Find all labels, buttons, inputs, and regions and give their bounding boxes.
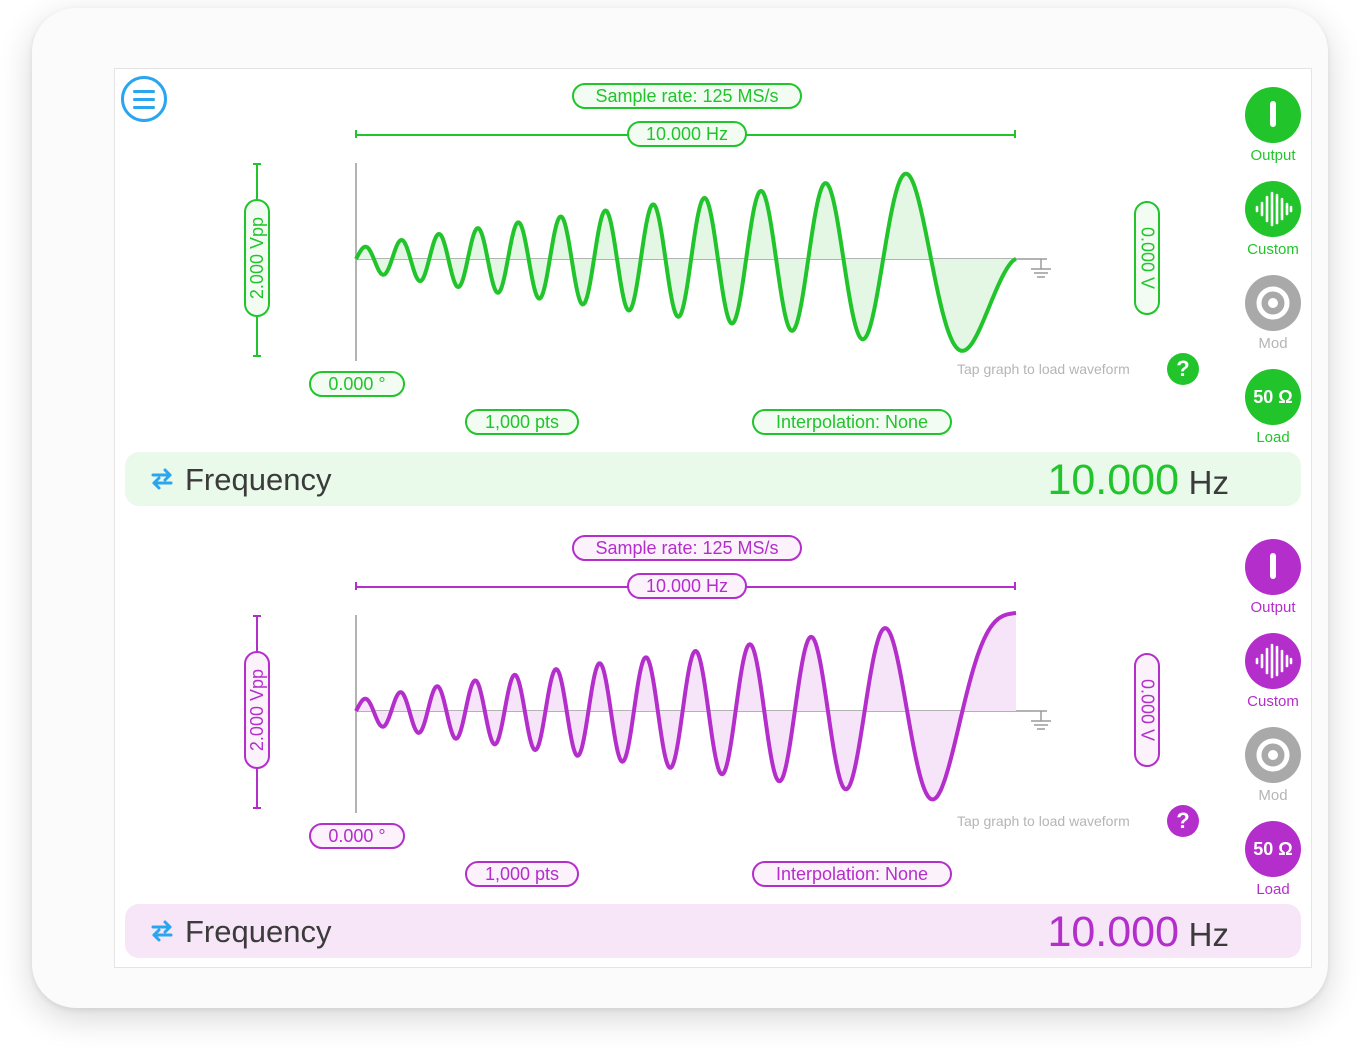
app-screen: Sample rate: 125 MS/s 10.000 Hz 2.000 Vp… bbox=[114, 68, 1312, 968]
output-button[interactable] bbox=[1245, 539, 1301, 595]
tablet-frame: Sample rate: 125 MS/s 10.000 Hz 2.000 Vp… bbox=[32, 8, 1328, 1008]
mod-label: Mod bbox=[1258, 787, 1288, 804]
power-icon bbox=[1270, 101, 1276, 127]
modulation-button[interactable] bbox=[1245, 727, 1301, 783]
target-icon bbox=[1256, 738, 1290, 772]
channel-2-panel: Sample rate: 125 MS/s 10.000 Hz 2.000 Vp… bbox=[115, 521, 1311, 973]
interpolation-pill[interactable]: Interpolation: None bbox=[752, 861, 952, 887]
offset-pill[interactable]: 0.000 V bbox=[1134, 653, 1160, 767]
load-button[interactable]: 50 Ω bbox=[1245, 821, 1301, 877]
period-frequency-pill[interactable]: 10.000 Hz bbox=[627, 121, 747, 147]
waveform-plot[interactable] bbox=[345, 149, 1065, 369]
swap-arrows-icon bbox=[151, 920, 173, 942]
output-label: Output bbox=[1250, 599, 1296, 616]
help-icon: ? bbox=[1176, 808, 1190, 833]
frequency-unit[interactable]: Hz bbox=[1189, 464, 1229, 502]
help-icon: ? bbox=[1176, 356, 1190, 381]
frequency-bar[interactable]: Frequency 10.000 Hz bbox=[125, 452, 1301, 506]
load-button[interactable]: 50 Ω bbox=[1245, 369, 1301, 425]
custom-label: Custom bbox=[1247, 241, 1299, 258]
load-waveform-hint: Tap graph to load waveform bbox=[957, 361, 1130, 377]
custom-waveform-button[interactable] bbox=[1245, 181, 1301, 237]
mod-label: Mod bbox=[1258, 335, 1288, 352]
modulation-button[interactable] bbox=[1245, 275, 1301, 331]
frequency-value[interactable]: 10.000 bbox=[1047, 456, 1179, 505]
custom-label: Custom bbox=[1247, 693, 1299, 710]
waveform-icon bbox=[1255, 643, 1293, 679]
load-waveform-hint: Tap graph to load waveform bbox=[957, 813, 1130, 829]
output-label: Output bbox=[1250, 147, 1296, 164]
phase-pill[interactable]: 0.000 ° bbox=[309, 823, 405, 849]
ground-icon bbox=[1031, 258, 1051, 278]
waveform-plot[interactable] bbox=[345, 601, 1065, 821]
custom-waveform-button[interactable] bbox=[1245, 633, 1301, 689]
amplitude-pill[interactable]: 2.000 Vpp bbox=[244, 199, 270, 317]
points-pill[interactable]: 1,000 pts bbox=[465, 409, 579, 435]
interpolation-pill[interactable]: Interpolation: None bbox=[752, 409, 952, 435]
amplitude-pill[interactable]: 2.000 Vpp bbox=[244, 651, 270, 769]
output-button[interactable] bbox=[1245, 87, 1301, 143]
power-icon bbox=[1270, 553, 1276, 579]
frequency-bar[interactable]: Frequency 10.000 Hz bbox=[125, 904, 1301, 958]
load-label: Load bbox=[1256, 429, 1290, 446]
frequency-label: Frequency bbox=[185, 462, 332, 497]
points-pill[interactable]: 1,000 pts bbox=[465, 861, 579, 887]
ground-icon bbox=[1031, 710, 1051, 730]
channel-1-panel: Sample rate: 125 MS/s 10.000 Hz 2.000 Vp… bbox=[115, 69, 1311, 521]
period-frequency-pill[interactable]: 10.000 Hz bbox=[627, 573, 747, 599]
phase-pill[interactable]: 0.000 ° bbox=[309, 371, 405, 397]
waveform-icon bbox=[1255, 191, 1293, 227]
offset-pill[interactable]: 0.000 V bbox=[1134, 201, 1160, 315]
help-button[interactable]: ? bbox=[1167, 353, 1199, 385]
frequency-value[interactable]: 10.000 bbox=[1047, 908, 1179, 957]
help-button[interactable]: ? bbox=[1167, 805, 1199, 837]
frequency-label: Frequency bbox=[185, 914, 332, 949]
target-icon bbox=[1256, 286, 1290, 320]
sample-rate-pill[interactable]: Sample rate: 125 MS/s bbox=[572, 535, 802, 561]
load-impedance-text: 50 Ω bbox=[1253, 838, 1293, 859]
swap-arrows-icon bbox=[151, 468, 173, 490]
load-impedance-text: 50 Ω bbox=[1253, 386, 1293, 407]
load-label: Load bbox=[1256, 881, 1290, 898]
frequency-unit[interactable]: Hz bbox=[1189, 916, 1229, 954]
sample-rate-pill[interactable]: Sample rate: 125 MS/s bbox=[572, 83, 802, 109]
